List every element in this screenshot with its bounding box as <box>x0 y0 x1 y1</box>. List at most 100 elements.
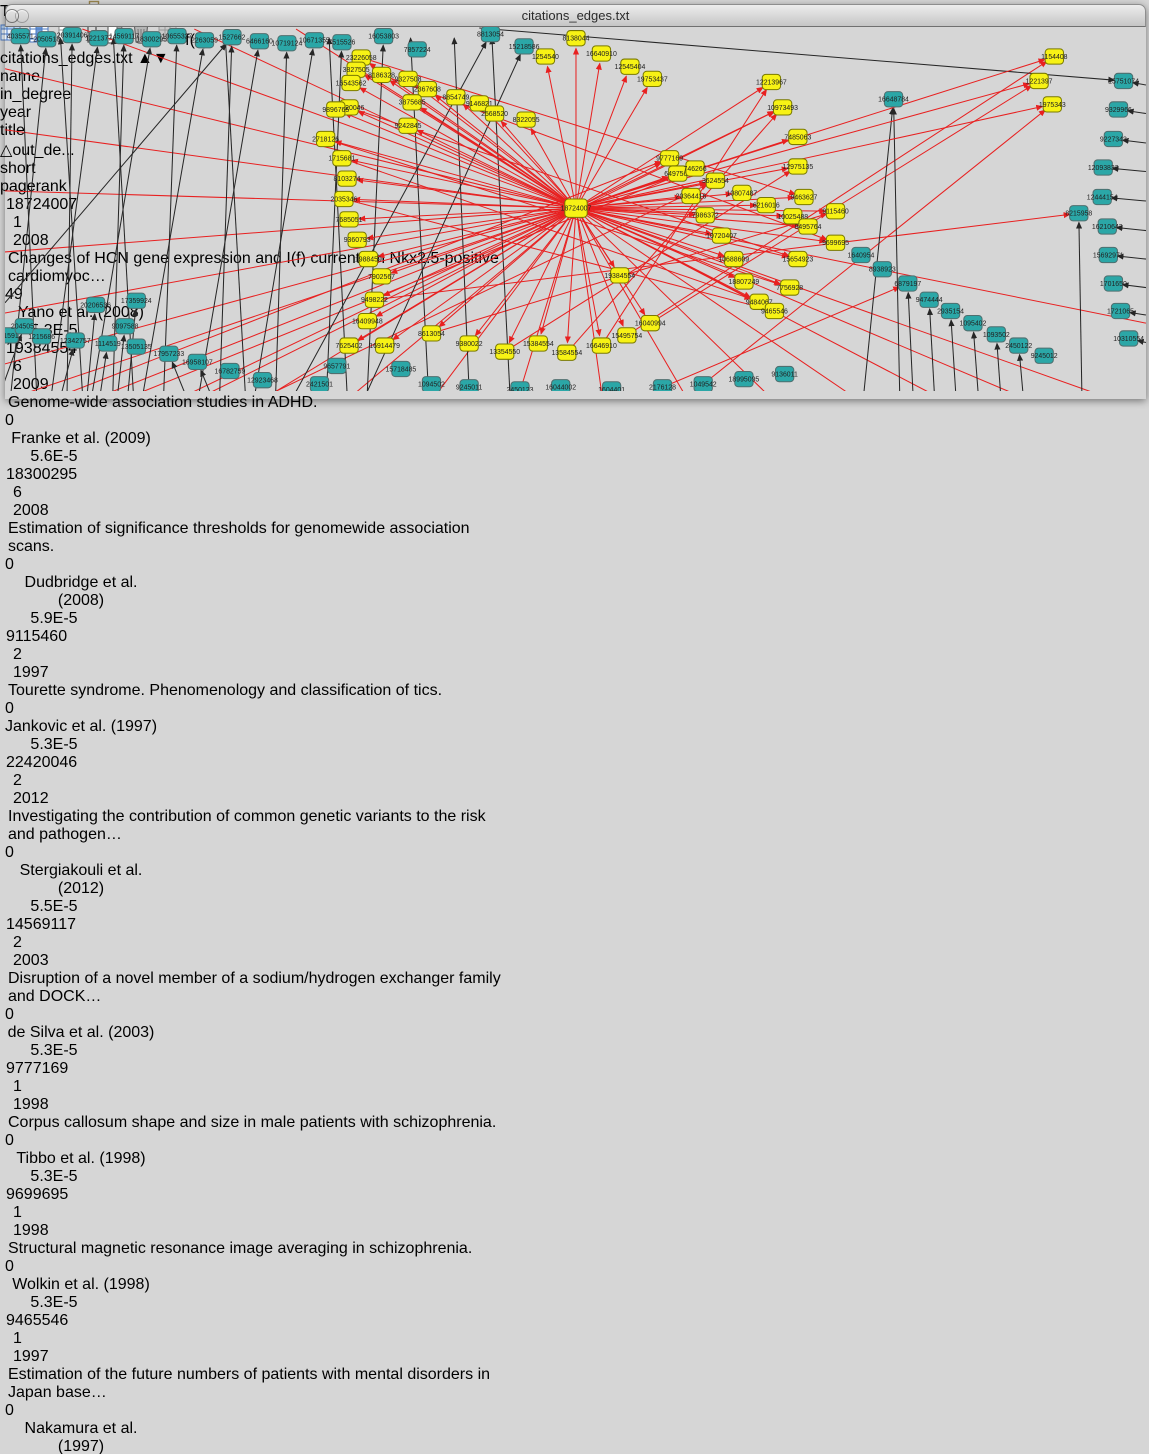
graph-node[interactable]: 9136011 <box>771 366 798 381</box>
graph-node[interactable]: 2450122 <box>1005 338 1032 353</box>
graph-node[interactable]: 15218586 <box>509 39 540 54</box>
graph-node[interactable]: 8322055 <box>513 112 540 127</box>
graph-node[interactable]: 2421501 <box>306 377 333 392</box>
graph-node[interactable]: 6466160 <box>246 34 273 49</box>
graph-node[interactable]: 12093832 <box>1088 160 1119 175</box>
graph-node[interactable]: 6216016 <box>753 197 780 212</box>
graph-node[interactable]: 15384554 <box>523 336 554 351</box>
graph-node[interactable]: 1221397 <box>1026 73 1053 88</box>
graph-node[interactable]: 2263059 <box>191 33 218 48</box>
graph-node[interactable]: 1093502 <box>983 327 1010 342</box>
graph-node[interactable]: 7485063 <box>784 129 811 144</box>
graph-node[interactable]: 16640910 <box>586 46 617 61</box>
graph-node[interactable]: 1604401 <box>598 382 625 392</box>
graph-node[interactable]: 1640954 <box>848 247 875 262</box>
graph-node[interactable]: 15751074 <box>1108 73 1139 88</box>
graph-node[interactable]: 19753437 <box>637 71 668 86</box>
graph-node[interactable]: 7986372 <box>692 208 719 223</box>
graph-node[interactable]: 9245012 <box>1031 348 1058 363</box>
graph-node[interactable]: 15692971 <box>1093 247 1124 262</box>
graph-node[interactable]: 1154408 <box>1041 49 1068 64</box>
graph-node[interactable]: 1049542 <box>690 377 717 392</box>
graph-node[interactable]: 2935154 <box>937 303 964 318</box>
graph-node[interactable]: 9242845 <box>395 118 422 133</box>
graph-node[interactable]: 7685051 <box>336 212 363 227</box>
graph-node[interactable]: 13584554 <box>551 345 582 360</box>
graph-node[interactable]: 15654923 <box>782 251 813 266</box>
graph-node[interactable]: 16646910 <box>586 338 617 353</box>
graph-node[interactable]: 17359924 <box>121 293 152 308</box>
graph-node[interactable]: 8813054 <box>477 27 504 42</box>
graph-node[interactable]: 9699695 <box>822 235 849 250</box>
graph-node[interactable]: 746266 <box>684 161 707 176</box>
graph-node[interactable]: 8215958 <box>1065 206 1092 221</box>
network-canvas[interactable]: 1872400723226058382750581863281654356293… <box>5 27 1146 396</box>
graph-node[interactable]: 7857224 <box>404 42 431 57</box>
graph-node[interactable]: 16958107 <box>182 354 213 369</box>
graph-node[interactable]: 10719124 <box>272 36 303 51</box>
graph-node[interactable]: 15495754 <box>612 328 643 343</box>
graph-node[interactable]: 10310554 <box>1113 331 1144 346</box>
graph-node[interactable]: 8495764 <box>795 219 822 234</box>
graph-node[interactable]: 18995095 <box>729 372 760 387</box>
graph-node[interactable]: 9115460 <box>822 204 849 219</box>
graph-node[interactable]: 9380022 <box>456 336 483 351</box>
graph-node[interactable]: 12975135 <box>782 159 813 174</box>
graph-node[interactable]: 8103274 <box>334 171 361 186</box>
graph-node[interactable]: 9463627 <box>791 189 818 204</box>
graph-node[interactable]: 1215686 <box>28 329 55 344</box>
graph-node[interactable]: 9657791 <box>323 358 350 373</box>
graph-node[interactable]: 10807487 <box>727 185 758 200</box>
graph-node[interactable]: 9896765 <box>322 102 349 117</box>
graph-node[interactable]: 10671355 <box>299 33 330 48</box>
graph-node[interactable]: 1721065 <box>1107 303 1134 318</box>
graph-node[interactable]: 1988459 <box>355 251 382 266</box>
graph-node[interactable]: 7756928 <box>776 280 803 295</box>
table-row[interactable]: 911546021997Tourette syndrome. Phenomeno… <box>0 628 1149 754</box>
graph-node[interactable]: 8138044 <box>563 31 590 46</box>
table-row[interactable]: 2242004622012Investigating the contribut… <box>0 754 1149 916</box>
table-row[interactable]: 1830029562008Estimation of significance … <box>0 466 1149 628</box>
graph-node[interactable]: 9360793 <box>344 232 371 247</box>
graph-node[interactable]: 9777169 <box>656 151 683 166</box>
graph-node[interactable]: 3624554 <box>702 173 729 188</box>
table-row[interactable]: 946554611997Estimation of the future num… <box>0 1312 1149 1454</box>
graph-node[interactable]: 6879197 <box>894 276 921 291</box>
graph-node[interactable]: 9329966 <box>1105 102 1132 117</box>
graph-node[interactable]: 1701650 <box>1100 276 1127 291</box>
graph-node[interactable]: 2035346 <box>330 191 357 206</box>
graph-node[interactable]: 7902567 <box>368 269 395 284</box>
graph-node[interactable]: 2718126 <box>312 131 339 146</box>
graph-node[interactable]: 8186328 <box>368 67 395 82</box>
graph-node[interactable]: 13354550 <box>489 344 520 359</box>
graph-node[interactable]: 9474444 <box>916 292 943 307</box>
graph-node[interactable]: 2176128 <box>649 380 676 392</box>
graph-node[interactable]: 12545404 <box>615 59 646 74</box>
graph-node[interactable]: 1095402 <box>959 316 986 331</box>
graph-node[interactable]: 1254540 <box>532 49 559 64</box>
graph-node[interactable]: 7625402 <box>336 338 363 353</box>
graph-node[interactable]: 16648784 <box>878 92 909 107</box>
graph-node[interactable]: 1094502 <box>418 377 445 392</box>
graph-node[interactable]: 9097588 <box>112 319 139 334</box>
graph-hub-node[interactable]: 18724007 <box>561 199 592 217</box>
graph-node[interactable]: 12342757 <box>60 333 91 348</box>
graph-node[interactable]: 3875685 <box>399 95 426 110</box>
graph-node[interactable]: 10720407 <box>706 228 737 243</box>
window-titlebar[interactable]: citations_edges.txt <box>5 4 1146 27</box>
graph-node[interactable]: 1715681 <box>328 151 355 166</box>
graph-node[interactable]: 9498222 <box>361 292 388 307</box>
graph-node[interactable]: 16210643 <box>1092 219 1123 234</box>
graph-node[interactable]: 9327508 <box>395 71 422 86</box>
table-row[interactable]: 969969511998Structural magnetic resonanc… <box>0 1186 1149 1312</box>
graph-node[interactable]: 1975343 <box>1039 97 1066 112</box>
graph-node[interactable]: 2568520 <box>481 106 508 121</box>
graph-node[interactable]: 9465546 <box>761 303 788 318</box>
graph-node[interactable]: 12213967 <box>756 74 787 89</box>
table-row[interactable]: 1456911722003Disruption of a novel membe… <box>0 916 1149 1060</box>
table-row[interactable]: 977716911998Corpus callosum shape and si… <box>0 1060 1149 1186</box>
graph-node[interactable]: 8938923 <box>869 262 896 277</box>
graph-node[interactable]: 9245011 <box>456 380 483 392</box>
graph-node[interactable]: 12923468 <box>247 373 278 388</box>
graph-node[interactable]: 1527662 <box>219 30 246 45</box>
